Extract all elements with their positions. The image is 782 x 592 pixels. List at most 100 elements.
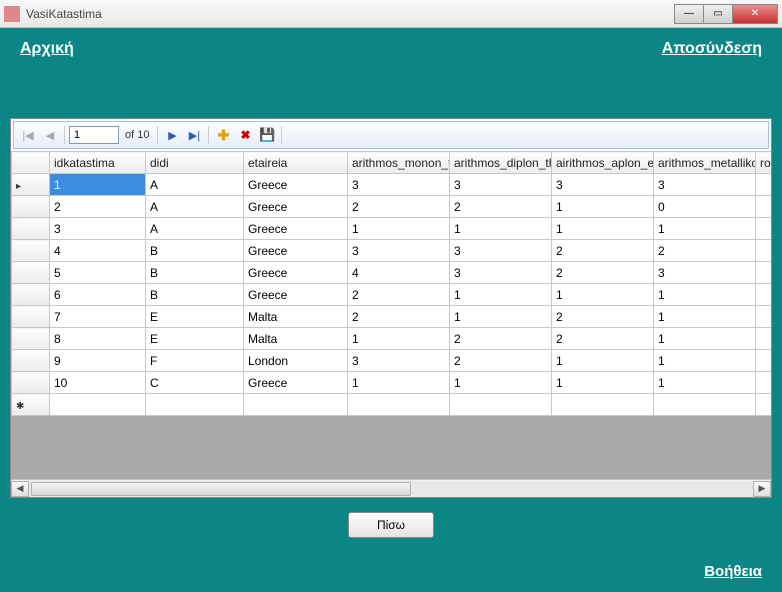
cell[interactable]: A (146, 218, 244, 240)
cell[interactable] (756, 262, 772, 284)
cell[interactable]: 3 (552, 174, 654, 196)
last-record-button[interactable]: ▶| (184, 125, 204, 145)
back-button[interactable]: Πίσω (348, 512, 434, 538)
column-header[interactable]: arithmos_metallikon (654, 152, 756, 174)
cell[interactable]: Greece (244, 240, 348, 262)
cell[interactable] (654, 394, 756, 416)
minimize-button[interactable]: — (674, 4, 704, 24)
cell[interactable]: 2 (450, 328, 552, 350)
cell[interactable] (50, 394, 146, 416)
cell[interactable]: 1 (654, 328, 756, 350)
new-row[interactable] (12, 394, 772, 416)
cell[interactable]: 1 (450, 218, 552, 240)
save-button[interactable]: 💾 (257, 125, 277, 145)
cell[interactable]: F (146, 350, 244, 372)
cell[interactable] (552, 394, 654, 416)
add-record-button[interactable]: ✚ (213, 125, 233, 145)
new-row-header[interactable] (12, 394, 50, 416)
column-header[interactable]: arithmos_monon_th (348, 152, 450, 174)
cell[interactable]: 2 (348, 306, 450, 328)
column-header[interactable]: arithmos_diplon_thi (450, 152, 552, 174)
cell[interactable]: 6 (50, 284, 146, 306)
cell[interactable]: 1 (348, 218, 450, 240)
table-row[interactable]: 9FLondon3211 (12, 350, 772, 372)
home-link[interactable]: Αρχική (20, 40, 74, 58)
cell[interactable]: Greece (244, 262, 348, 284)
cell[interactable] (756, 240, 772, 262)
row-header[interactable] (12, 372, 50, 394)
datagrid[interactable]: idkatastima didi etaireia arithmos_monon… (11, 151, 771, 416)
cell[interactable]: 3 (450, 240, 552, 262)
cell[interactable]: 2 (50, 196, 146, 218)
cell[interactable]: A (146, 174, 244, 196)
cell[interactable] (756, 328, 772, 350)
cell[interactable]: 2 (348, 284, 450, 306)
cell[interactable]: 1 (654, 372, 756, 394)
cell[interactable]: B (146, 284, 244, 306)
cell[interactable]: 8 (50, 328, 146, 350)
cell[interactable] (756, 218, 772, 240)
cell[interactable] (756, 394, 772, 416)
delete-record-button[interactable]: ✖ (235, 125, 255, 145)
row-header[interactable] (12, 284, 50, 306)
first-record-button[interactable]: |◀ (18, 125, 38, 145)
cell[interactable]: 0 (654, 196, 756, 218)
table-row[interactable]: 7EMalta2121 (12, 306, 772, 328)
cell[interactable]: 1 (450, 372, 552, 394)
cell[interactable] (348, 394, 450, 416)
cell[interactable] (244, 394, 348, 416)
prev-record-button[interactable]: ◀ (40, 125, 60, 145)
cell[interactable]: 2 (552, 262, 654, 284)
table-row[interactable]: 4BGreece3322 (12, 240, 772, 262)
cell[interactable] (756, 350, 772, 372)
cell[interactable]: 3 (348, 350, 450, 372)
cell[interactable]: 2 (450, 196, 552, 218)
help-link[interactable]: Βοήθεια (704, 563, 762, 580)
cell[interactable]: 1 (348, 372, 450, 394)
column-header[interactable]: etaireia (244, 152, 348, 174)
cell[interactable]: E (146, 328, 244, 350)
cell[interactable]: 2 (552, 240, 654, 262)
cell[interactable]: Greece (244, 372, 348, 394)
cell[interactable]: 5 (50, 262, 146, 284)
scroll-track[interactable] (29, 481, 753, 497)
table-row[interactable]: 3AGreece1111 (12, 218, 772, 240)
row-header[interactable] (12, 196, 50, 218)
cell[interactable]: 3 (348, 240, 450, 262)
cell[interactable]: Malta (244, 306, 348, 328)
cell[interactable]: 2 (348, 196, 450, 218)
cell[interactable]: 3 (450, 174, 552, 196)
cell[interactable]: 1 (552, 372, 654, 394)
cell[interactable]: 1 (552, 350, 654, 372)
cell[interactable]: 9 (50, 350, 146, 372)
cell[interactable] (756, 306, 772, 328)
cell[interactable]: Greece (244, 196, 348, 218)
cell[interactable]: London (244, 350, 348, 372)
cell[interactable] (756, 372, 772, 394)
table-row[interactable]: 10CGreece1111 (12, 372, 772, 394)
row-header[interactable] (12, 174, 50, 196)
cell[interactable]: Greece (244, 174, 348, 196)
cell[interactable]: 3 (450, 262, 552, 284)
cell[interactable]: Malta (244, 328, 348, 350)
cell[interactable]: C (146, 372, 244, 394)
table-row[interactable]: 2AGreece2210 (12, 196, 772, 218)
cell[interactable]: 2 (552, 328, 654, 350)
cell[interactable]: 3 (654, 262, 756, 284)
cell[interactable]: 1 (654, 284, 756, 306)
logout-link[interactable]: Αποσύνδεση (662, 40, 762, 58)
cell[interactable]: 3 (654, 174, 756, 196)
cell[interactable]: 1 (348, 328, 450, 350)
cell[interactable]: 1 (654, 306, 756, 328)
column-header[interactable]: idkatastima (50, 152, 146, 174)
cell[interactable]: 2 (450, 350, 552, 372)
table-row[interactable]: 6BGreece2111 (12, 284, 772, 306)
scroll-right-button[interactable]: ▶ (753, 481, 771, 497)
scroll-left-button[interactable]: ◀ (11, 481, 29, 497)
maximize-button[interactable]: ▭ (703, 4, 733, 24)
cell[interactable]: 7 (50, 306, 146, 328)
cell[interactable]: 1 (450, 306, 552, 328)
table-row[interactable]: 1AGreece3333 (12, 174, 772, 196)
cell[interactable]: Greece (244, 218, 348, 240)
table-row[interactable]: 8EMalta1221 (12, 328, 772, 350)
